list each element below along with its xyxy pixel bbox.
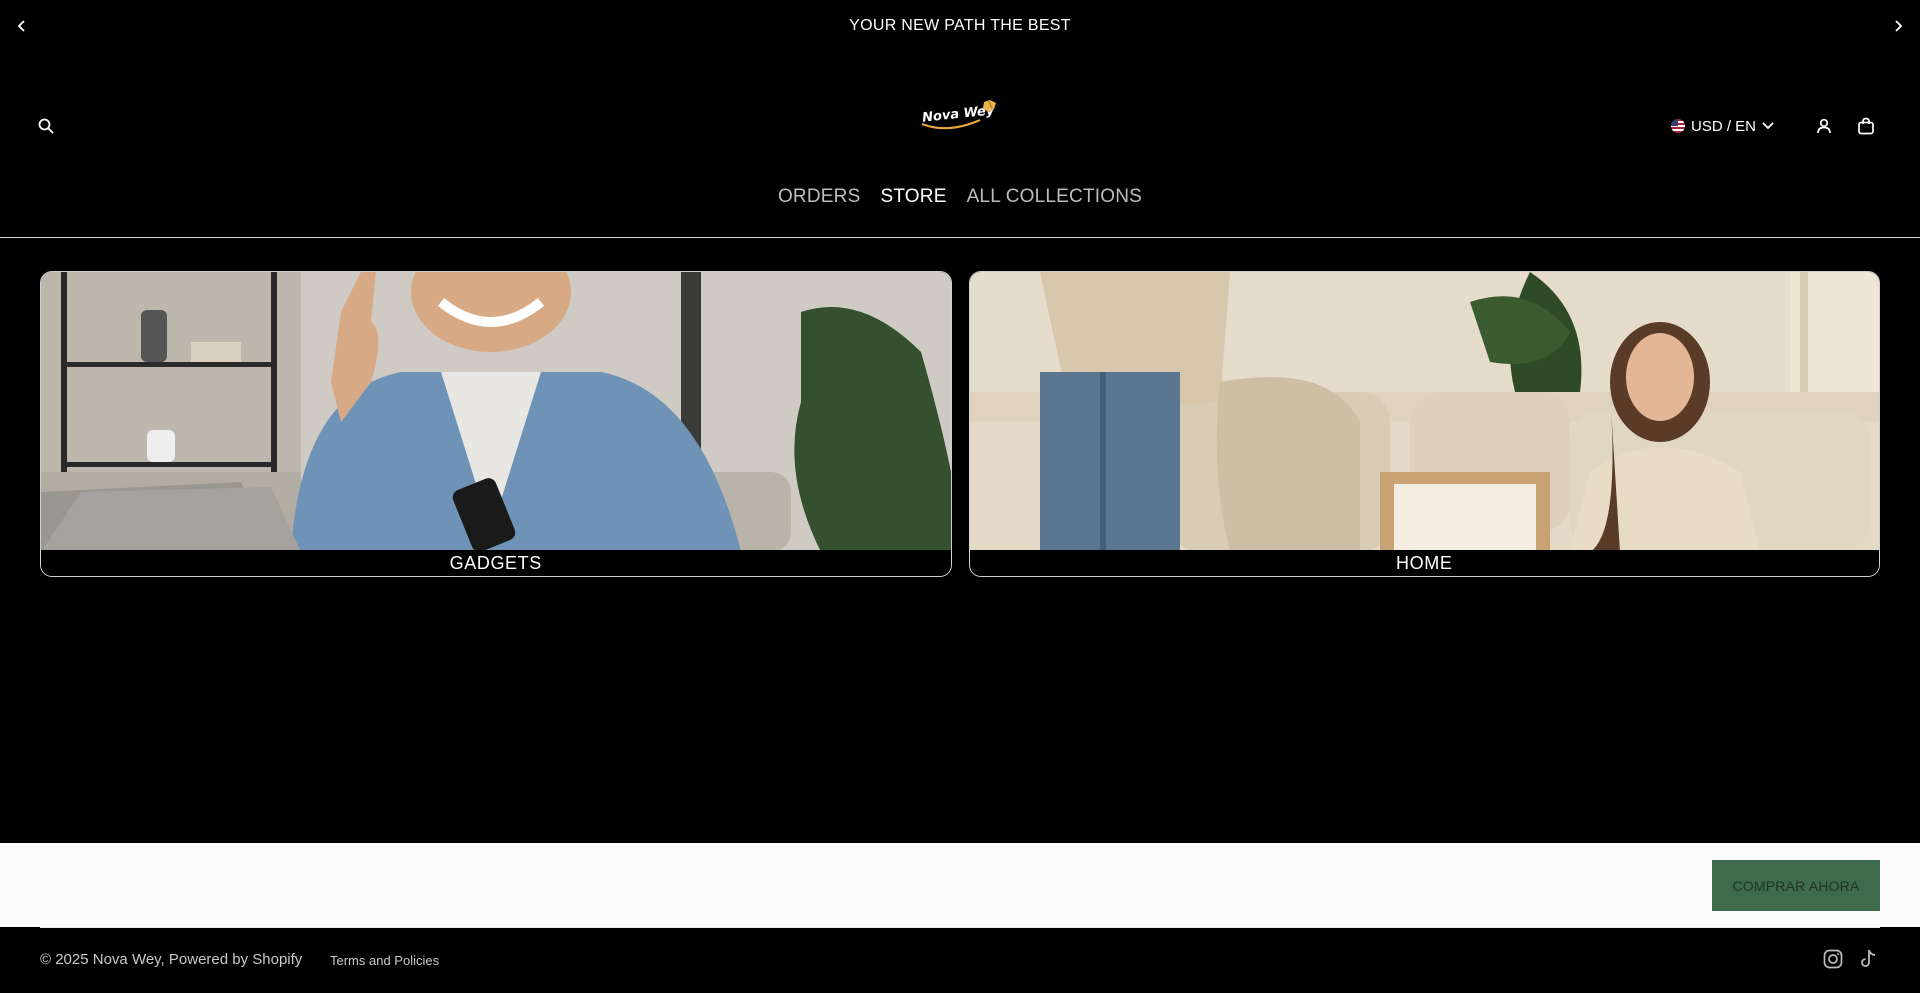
chevron-down-icon <box>1762 122 1774 130</box>
cta-strip: COMPRAR AHORA <box>0 843 1920 927</box>
instagram-icon[interactable] <box>1822 948 1844 970</box>
tiktok-icon[interactable] <box>1858 948 1880 970</box>
main-nav: ORDERS STORE ALL COLLECTIONS <box>0 186 1920 208</box>
social-links <box>1822 948 1880 970</box>
nav-item-store[interactable]: STORE <box>880 186 946 208</box>
search-icon[interactable] <box>34 114 58 138</box>
buy-now-button[interactable]: COMPRAR AHORA <box>1712 860 1880 911</box>
collection-card-home[interactable]: HOME <box>968 271 1880 577</box>
collection-grid: GADGETS HOME <box>40 271 1880 577</box>
collection-image-home <box>969 272 1879 552</box>
collection-label-home: HOME <box>969 550 1879 576</box>
header-tools: USD / EN <box>1670 112 1878 140</box>
collection-image-gadgets <box>41 272 951 552</box>
locale-selector[interactable]: USD / EN <box>1670 117 1774 135</box>
collection-label-gadgets: GADGETS <box>41 550 951 576</box>
cart-icon[interactable] <box>1854 114 1878 138</box>
nav-item-orders[interactable]: ORDERS <box>778 186 861 208</box>
chevron-left-icon[interactable] <box>12 16 32 36</box>
nav-item-all-collections[interactable]: ALL COLLECTIONS <box>967 186 1142 208</box>
announcement-text: YOUR NEW PATH THE BEST <box>849 17 1071 34</box>
account-icon[interactable] <box>1812 114 1836 138</box>
site-logo[interactable]: Nova Wey <box>918 96 1002 134</box>
locale-label: USD / EN <box>1690 117 1756 135</box>
site-header: Nova Wey USD / EN ORDERS STORE ALL COLLE… <box>0 52 1920 238</box>
announcement-bar: YOUR NEW PATH THE BEST <box>0 0 1920 52</box>
copyright-text: © 2025 Nova Wey, Powered by Shopify <box>40 951 303 968</box>
collection-card-gadgets[interactable]: GADGETS <box>40 271 952 577</box>
flag-us-icon <box>1670 119 1685 133</box>
chevron-right-icon[interactable] <box>1888 16 1908 36</box>
site-footer: © 2025 Nova Wey, Powered by Shopify Term… <box>0 928 1920 993</box>
terms-link[interactable]: Terms and Policies <box>330 953 439 968</box>
